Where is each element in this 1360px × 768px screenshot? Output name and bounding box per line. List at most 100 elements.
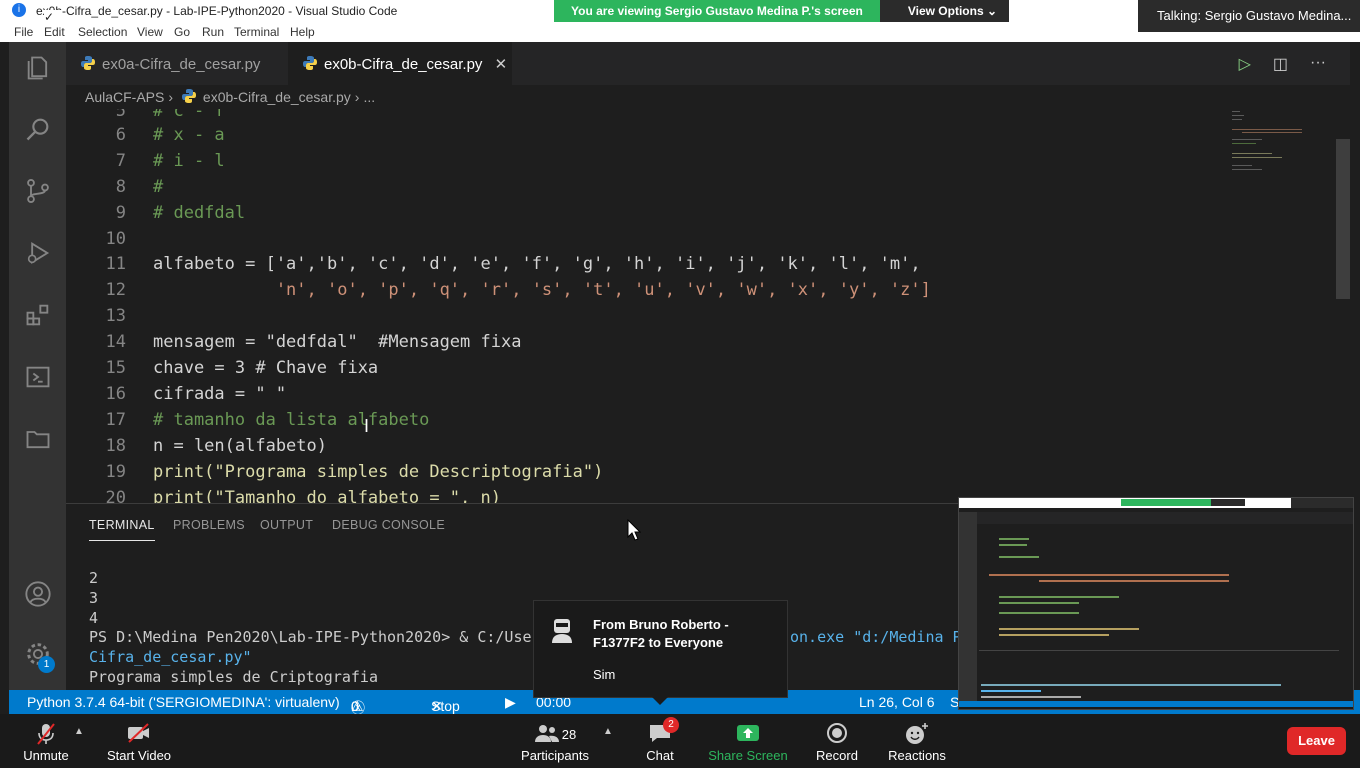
line-number: 15 [105,358,126,378]
line-number: 8 [115,177,126,197]
tab-debug-console[interactable]: DEBUG CONSOLE [332,518,445,532]
record-button[interactable]: Record [812,714,862,768]
share-screen-button[interactable]: Share Screen [708,714,788,768]
window-title: ex0b-Cifra_de_cesar.py - Lab-IPE-Python2… [36,4,398,18]
python-file-icon [181,89,196,103]
talking-indicator: Talking: Sergio Gustavo Medina... [1138,0,1360,32]
code-line: alfabeto = ['a','b', 'c', 'd', 'e', 'f',… [153,254,921,274]
stop-label: Stop [431,698,460,714]
terminal-line-tail: on.exe "d:/Medina P [790,628,962,646]
source-control-icon[interactable] [23,177,53,207]
code-line: # dedfdal [153,203,246,223]
microphone-muted-icon [16,722,76,748]
caret-up-icon[interactable]: ▲ [74,726,84,737]
python-interpreter[interactable]: Python 3.7.4 64-bit ('SERGIOMEDINA': vir… [27,694,340,710]
breadcrumb: AulaCF-APS › ex0b-Cifra_de_cesar.py ›... [66,85,1350,109]
line-number: 16 [105,384,126,404]
cursor-position[interactable]: Ln 26, Col 6 [859,694,935,710]
code-line: print("Programa simples de Descriptograf… [153,462,604,482]
thumbnail-talking [1291,498,1353,508]
chat-message: Sim [593,667,616,682]
tab-output[interactable]: OUTPUT [260,518,313,532]
terminal-line: 4 [89,609,99,627]
view-options-button[interactable]: View Options ⌄ [879,0,1010,22]
close-icon[interactable]: ✕ [495,56,508,73]
extensions-icon[interactable] [23,301,53,331]
line-number: 13 [105,306,126,326]
reactions-label: Reactions [888,748,946,763]
play-icon[interactable]: ▶ [505,694,516,711]
reactions-button[interactable]: Reactions [886,714,948,768]
menu-help[interactable]: Help [290,25,315,39]
chat-label: Chat [646,748,674,763]
chat-unread-badge: 2 [663,717,679,733]
line-number: 10 [105,229,126,249]
zoom-toolbar: Unmute ▲ Start Video 28 Participants ▲ C… [0,714,1360,768]
run-debug-icon[interactable] [23,239,53,269]
line-number: 20 [105,488,126,503]
mouse-pointer-icon [627,519,641,541]
line-number: 5 [115,109,126,121]
thumbnail-tabs [977,512,1353,524]
code-line: # tamanho da lista alfabeto [153,410,430,430]
thumbnail-activity-bar [959,512,977,702]
vertical-scrollbar[interactable] [1336,139,1350,299]
line-number: 12 [105,280,126,300]
code-line: cifrada = " " [153,384,287,404]
participants-label: Participants [521,748,589,763]
menu-view[interactable]: View [137,25,163,39]
search-icon[interactable] [23,115,53,145]
participants-button[interactable]: 28 Participants [520,714,590,768]
activity-bar [9,42,66,690]
share-screen-label: Share Screen [708,748,788,763]
menu-terminal[interactable]: Terminal [234,25,279,39]
code-line: n = len(alfabeto) [153,436,327,456]
unmute-button[interactable]: Unmute [16,714,76,768]
chevron-right-icon: › [168,89,174,105]
caret-up-icon[interactable]: ▲ [603,726,613,737]
terminal-line: Programa simples de Criptografia [89,668,378,686]
breadcrumb-folder[interactable]: AulaCF-APS [85,89,164,105]
chat-notification[interactable]: From Bruno Roberto - F1377F2 to Everyone… [533,600,788,698]
smiley-plus-icon [886,722,948,748]
breadcrumb-file[interactable]: ex0b-Cifra_de_cesar.py [203,89,351,105]
video-off-icon [104,722,174,748]
menu-edit[interactable]: Edit [44,25,65,39]
editor-tabs: ex0a-Cifra_de_cesar.py ex0b-Cifra_de_ces… [66,42,1350,85]
terminal-line: 2 [89,569,99,587]
run-file-icon[interactable]: ▷ [1239,54,1251,74]
thumbnail-toolbar [959,707,1353,709]
menu-selection[interactable]: Selection [78,25,127,39]
split-editor-icon[interactable]: ◫ [1273,54,1288,74]
leave-button[interactable]: Leave [1287,727,1346,755]
breadcrumb-more[interactable]: ... [363,89,375,105]
terminal-line: 3 [89,589,99,607]
account-icon[interactable] [23,580,53,610]
tab-ex0b[interactable]: ex0b-Cifra_de_cesar.py ✕ [288,42,512,85]
menu-go[interactable]: Go [174,25,190,39]
python-file-icon [81,56,95,70]
menu-run[interactable]: Run [202,25,224,39]
tab-problems[interactable]: PROBLEMS [173,518,245,532]
tab-ex0a[interactable]: ex0a-Cifra_de_cesar.py [66,42,288,85]
menu-file[interactable]: File [14,25,33,39]
warning-count: 0 [351,698,359,714]
chevron-right-icon: › [354,89,360,105]
shared-screen-thumbnail[interactable] [958,497,1354,710]
chevron-down-icon: ⌄ [986,4,998,18]
tab-terminal[interactable]: TERMINAL [89,518,155,541]
start-video-button[interactable]: Start Video [104,714,174,768]
line-number: 18 [105,436,126,456]
more-actions-icon[interactable]: ··· [1310,54,1326,74]
minimap[interactable] [1232,109,1336,179]
terminal-line: PS D:\Medina Pen2020\Lab-IPE-Python2020>… [89,628,541,646]
explorer-icon[interactable] [23,54,53,84]
code-line: chave = 3 # Chave fixa [153,358,379,378]
remote-explorer-icon[interactable] [23,363,53,393]
text-cursor-icon: I [364,416,370,436]
share-screen-icon [708,722,788,748]
participants-count: 28 [561,727,577,742]
code-editor[interactable]: 5 6 7 8 9 10 11 12 13 14 15 16 17 18 19 … [66,109,1350,503]
folder-icon[interactable] [23,425,53,455]
vscode-logo-icon: i [12,3,26,17]
